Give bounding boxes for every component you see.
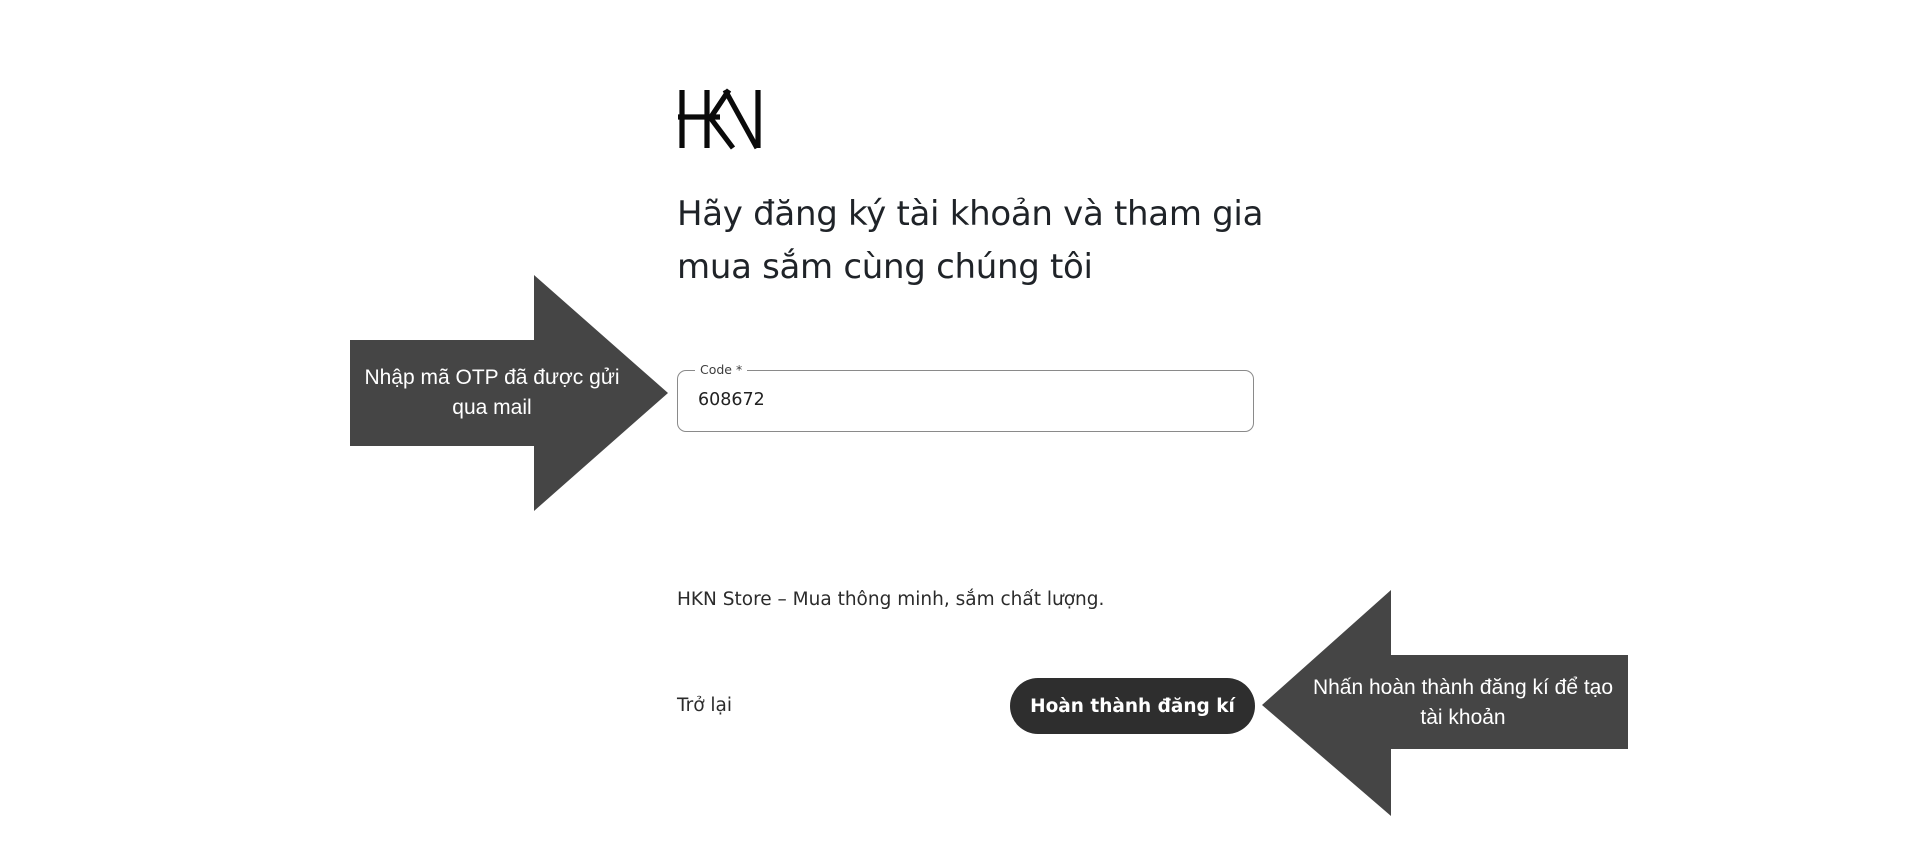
- code-input[interactable]: [698, 390, 1218, 410]
- page-title-line-2: mua sắm cùng chúng tôi: [677, 247, 1093, 287]
- back-link[interactable]: Trở lại: [677, 695, 732, 716]
- code-field[interactable]: Code *: [677, 362, 1254, 432]
- hkn-logo: [678, 88, 761, 150]
- code-field-label: Code *: [695, 362, 748, 378]
- page-title-line-1: Hãy đăng ký tài khoản và tham gia: [677, 194, 1264, 234]
- otp-hint-text: Nhập mã OTP đã được gửi qua mail: [364, 366, 620, 419]
- store-tagline: HKN Store – Mua thông minh, sắm chất lượ…: [677, 589, 1105, 610]
- page-title: Hãy đăng ký tài khoản và tham gia mua sắ…: [677, 188, 1297, 294]
- submit-hint-text: Nhấn hoàn thành đăng kí để tạo tài khoản: [1312, 676, 1614, 729]
- signup-page: Hãy đăng ký tài khoản và tham gia mua sắ…: [0, 0, 1919, 865]
- complete-signup-button[interactable]: Hoàn thành đăng kí: [1010, 678, 1255, 734]
